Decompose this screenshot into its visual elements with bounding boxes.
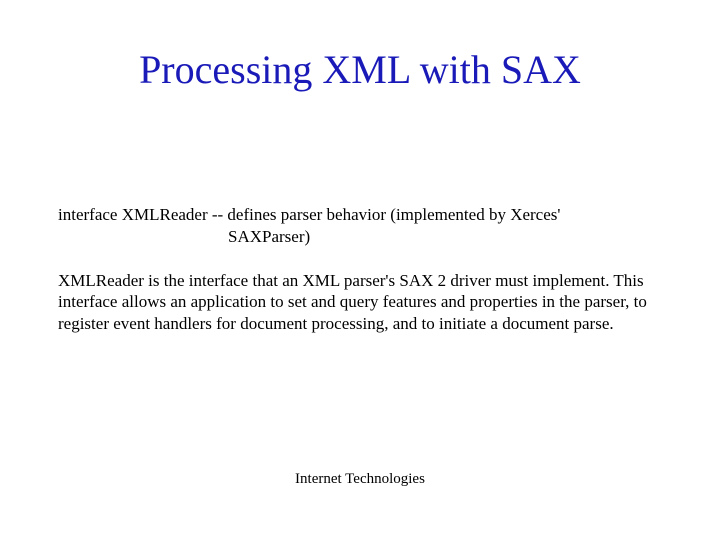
- description-paragraph: XMLReader is the interface that an XML p…: [58, 270, 678, 335]
- slide: Processing XML with SAX interface XMLRea…: [0, 0, 720, 540]
- slide-body: interface XMLReader -- defines parser be…: [58, 204, 678, 335]
- paragraph-gap: [58, 248, 678, 270]
- slide-title: Processing XML with SAX: [0, 46, 720, 93]
- slide-footer: Internet Technologies: [0, 471, 720, 488]
- interface-line-1: interface XMLReader -- defines parser be…: [58, 204, 678, 226]
- interface-line-2: SAXParser): [58, 226, 678, 248]
